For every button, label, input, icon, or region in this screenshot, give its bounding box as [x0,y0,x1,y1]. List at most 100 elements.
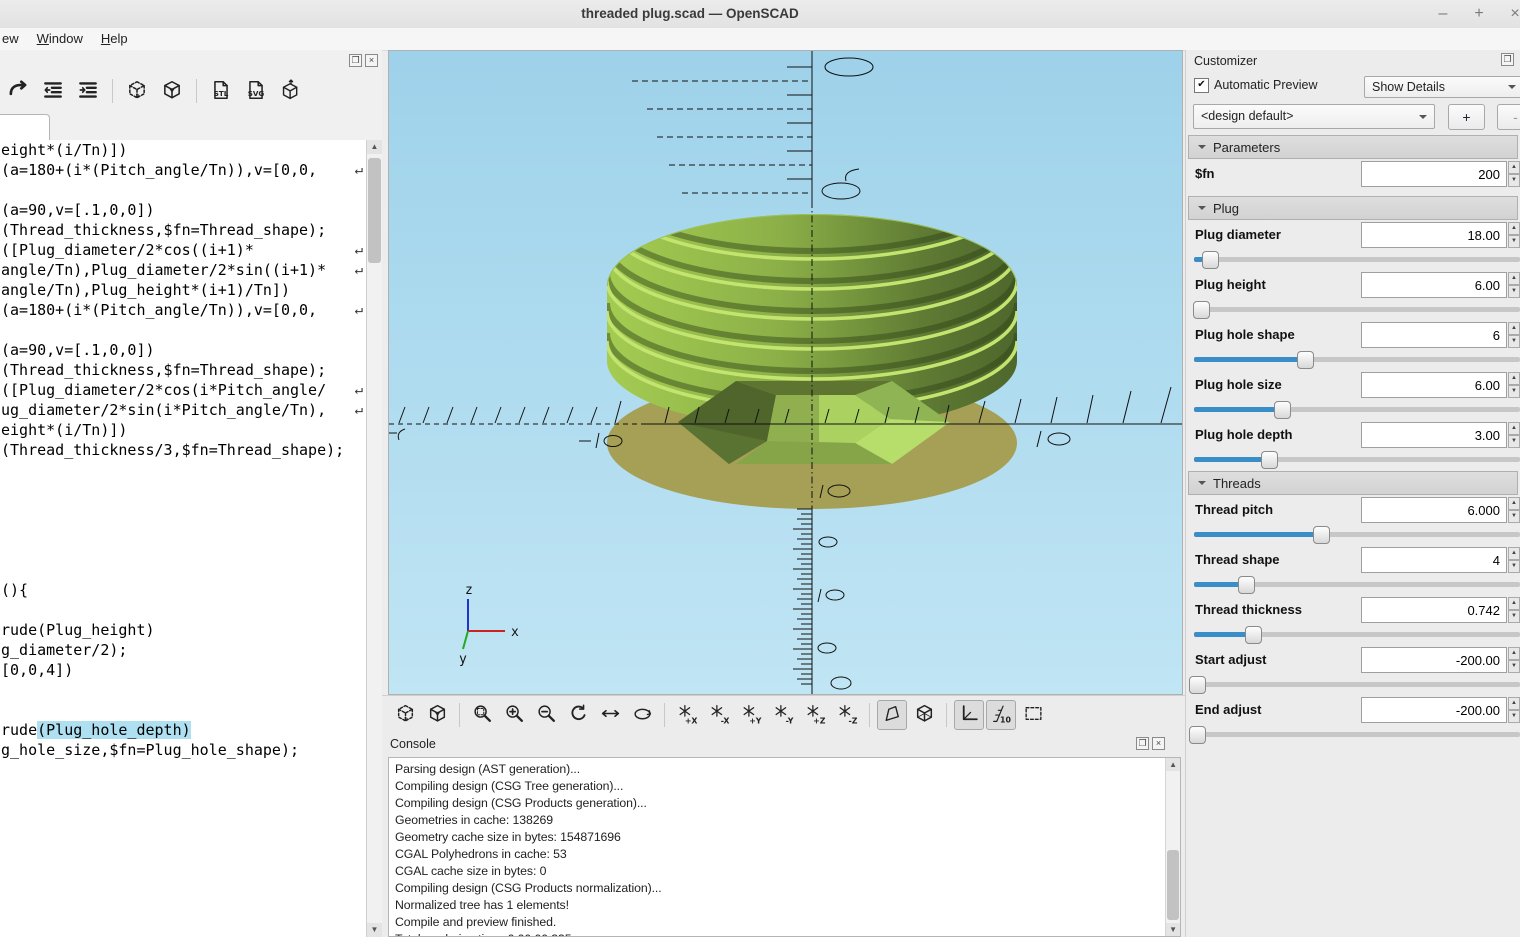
spin-down-icon[interactable]: ▼ [1508,174,1520,187]
view-minus-x-button[interactable]: -X [704,700,734,730]
spin-up-icon[interactable]: ▲ [1508,422,1520,435]
spin-up-icon[interactable]: ▲ [1508,697,1520,710]
thread-shape-slider[interactable] [1194,582,1520,587]
plug-height-input[interactable] [1361,272,1507,298]
editor-scrollbar[interactable]: ▲ ▼ [366,140,382,937]
spin-up-icon[interactable]: ▲ [1508,372,1520,385]
group-header-threads[interactable]: Threads [1188,471,1518,495]
customizer-float-button[interactable]: ❐ [1501,53,1514,66]
export-stl-button[interactable]: STL [205,75,237,107]
show-axes-button[interactable] [954,700,984,730]
plug-hole-depth-input[interactable] [1361,422,1507,448]
group-header-parameters[interactable]: Parameters [1188,135,1518,159]
editor-close-button[interactable]: × [365,54,378,67]
minimize-button[interactable]: – [1432,3,1454,25]
view-plus-z-button[interactable]: +Z [800,700,830,730]
select-region-button[interactable] [1018,700,1048,730]
spin-up-icon[interactable]: ▲ [1508,597,1520,610]
plug-hole-depth-slider[interactable] [1194,457,1520,462]
render-button[interactable] [156,75,188,107]
spin-down-icon[interactable]: ▼ [1508,660,1520,673]
spin-down-icon[interactable]: ▼ [1508,285,1520,298]
slider-handle[interactable] [1238,576,1255,594]
start-adjust-slider[interactable] [1194,682,1520,687]
3d-viewport[interactable]: z x y [388,50,1183,695]
spin-down-icon[interactable]: ▼ [1508,510,1520,523]
reset-view-button[interactable] [563,700,593,730]
zoom-in-button[interactable] [499,700,529,730]
plug-hole-size-input[interactable] [1361,372,1507,398]
render-button[interactable] [422,700,452,730]
print-3d-button[interactable] [275,75,307,107]
thread-pitch-input[interactable] [1361,497,1507,523]
spin-up-icon[interactable]: ▲ [1508,547,1520,560]
scroll-up-icon[interactable]: ▲ [1166,758,1180,771]
orthographic-button[interactable] [909,700,939,730]
show-scale-markers-button[interactable]: 10 [986,700,1016,730]
spin-down-icon[interactable]: ▼ [1508,235,1520,248]
menu-item-ew[interactable]: ew [0,28,28,50]
reset-rotation-button[interactable] [627,700,657,730]
console-float-button[interactable]: ❐ [1136,737,1149,750]
spin-down-icon[interactable]: ▼ [1508,335,1520,348]
perspective-button[interactable] [877,700,907,730]
spin-down-icon[interactable]: ▼ [1508,435,1520,448]
console-scrollbar[interactable]: ▲ ▼ [1165,758,1180,936]
scroll-up-icon[interactable]: ▲ [367,140,382,154]
view-all-button[interactable] [595,700,625,730]
slider-handle[interactable] [1274,401,1291,419]
menu-item-window[interactable]: Window [28,28,92,50]
view-plus-y-button[interactable]: +Y [736,700,766,730]
show-details-dropdown[interactable]: Show Details [1364,76,1520,98]
slider-handle[interactable] [1297,351,1314,369]
add-preset-button[interactable]: + [1448,104,1485,130]
thread-pitch-slider[interactable] [1194,532,1520,537]
thread-thickness-slider[interactable] [1194,632,1520,637]
editor-float-button[interactable]: ❐ [349,54,362,67]
plug-hole-shape-input[interactable] [1361,322,1507,348]
thread-shape-input[interactable] [1361,547,1507,573]
console-close-button[interactable]: × [1152,737,1165,750]
console-scrollbar-thumb[interactable] [1167,850,1179,920]
slider-handle[interactable] [1189,676,1206,694]
close-button[interactable]: × [1504,3,1520,25]
editor-scrollbar-thumb[interactable] [368,158,381,263]
scroll-down-icon[interactable]: ▼ [1166,923,1180,936]
slider-handle[interactable] [1245,626,1262,644]
-fn-input[interactable] [1361,161,1507,187]
menu-item-help[interactable]: Help [92,28,137,50]
spin-up-icon[interactable]: ▲ [1508,272,1520,285]
end-adjust-slider[interactable] [1194,732,1520,737]
view-plus-x-button[interactable]: +X [672,700,702,730]
spin-up-icon[interactable]: ▲ [1508,647,1520,660]
preset-dropdown[interactable]: <design default> [1193,104,1435,129]
plug-diameter-slider[interactable] [1194,257,1520,262]
slider-handle[interactable] [1202,251,1219,269]
zoom-all-button[interactable] [467,700,497,730]
plug-hole-shape-slider[interactable] [1194,357,1520,362]
plug-height-slider[interactable] [1194,307,1520,312]
group-header-plug[interactable]: Plug [1188,196,1518,220]
plug-diameter-input[interactable] [1361,222,1507,248]
preview-button[interactable]: » [390,700,420,730]
console-output[interactable]: Parsing design (AST generation)...Compil… [388,757,1181,937]
spin-up-icon[interactable]: ▲ [1508,222,1520,235]
preview-button[interactable]: » [121,75,153,107]
slider-handle[interactable] [1261,451,1278,469]
redo-button[interactable] [2,75,34,107]
start-adjust-input[interactable] [1361,647,1507,673]
automatic-preview-checkbox[interactable]: ✔ [1194,78,1209,93]
slider-handle[interactable] [1313,526,1330,544]
editor-tab[interactable] [0,114,50,140]
spin-up-icon[interactable]: ▲ [1508,322,1520,335]
spin-up-icon[interactable]: ▲ [1508,497,1520,510]
end-adjust-input[interactable] [1361,697,1507,723]
indent-button[interactable] [72,75,104,107]
spin-down-icon[interactable]: ▼ [1508,710,1520,723]
view-minus-z-button[interactable]: -Z [832,700,862,730]
slider-handle[interactable] [1189,726,1206,744]
scroll-down-icon[interactable]: ▼ [367,923,382,937]
spin-up-icon[interactable]: ▲ [1508,161,1520,174]
maximize-button[interactable]: + [1468,3,1490,25]
code-editor[interactable]: eight*(i/Tn)])(a=180+(i*(Pitch_angle/Tn)… [0,140,367,937]
